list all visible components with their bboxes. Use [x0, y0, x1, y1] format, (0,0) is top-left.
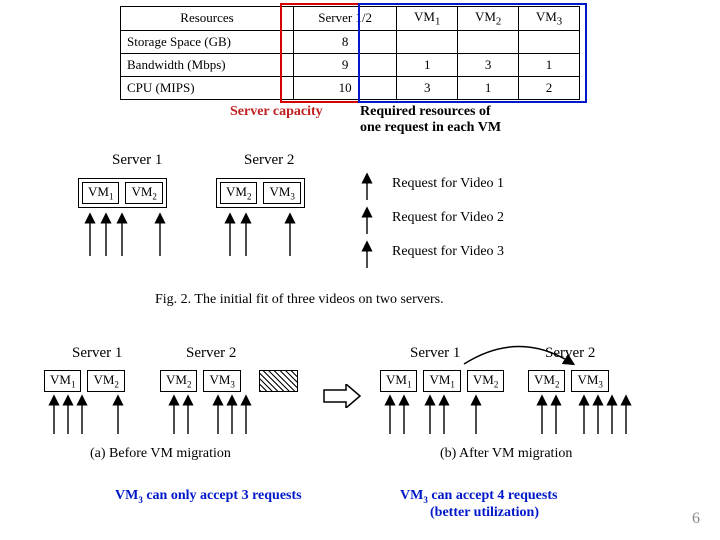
vm-box: VM2 [87, 370, 124, 392]
req-video1: Request for Video 1 [392, 176, 504, 192]
vm-box: VM1 [82, 182, 119, 204]
fig2-server2-title: Server 2 [244, 152, 294, 169]
note-a: VM3 can only accept 3 requests [115, 488, 302, 505]
row-storage-vm1 [397, 30, 458, 53]
row-storage-vm2 [458, 30, 519, 53]
migrate-arrow-icon [322, 384, 362, 408]
pb-arrows [376, 392, 646, 442]
row-cpu-vm1: 3 [397, 76, 458, 99]
panel-b-label: (b) After VM migration [440, 446, 572, 462]
vm-box: VM1 [380, 370, 417, 392]
pb-server1-vms: VM1 VM1 VM2 [380, 370, 504, 392]
vm-box: VM1 [423, 370, 460, 392]
note-b: VM3 can accept 4 requests (better utiliz… [400, 488, 557, 521]
row-storage-vm3 [519, 30, 580, 53]
pb-server2-vms: VM2 VM3 [528, 370, 609, 392]
row-bw-vm2: 3 [458, 53, 519, 76]
server-capacity-label: Server capacity [230, 104, 323, 120]
row-cpu-server: 10 [294, 76, 397, 99]
row-bw-vm1: 1 [397, 53, 458, 76]
vm-box: VM2 [467, 370, 504, 392]
pa-server2-vms: VM2 VM3 VM3 [160, 370, 298, 392]
row-cpu-vm3: 2 [519, 76, 580, 99]
vm-box: VM1 [44, 370, 81, 392]
th-vm1: VM1 [397, 7, 458, 31]
row-bw-label: Bandwidth (Mbps) [121, 53, 294, 76]
fig2-request-arrows [352, 170, 382, 280]
panel-a-label: (a) Before VM migration [90, 446, 231, 462]
vm-box: VM2 [125, 182, 162, 204]
pa-arrows [40, 392, 330, 442]
row-bw-server: 9 [294, 53, 397, 76]
pa-server1-vms: VM1 VM2 [44, 370, 125, 392]
vm-box-free: VM3 [259, 370, 298, 392]
vm-box: VM2 [528, 370, 565, 392]
vm-box: VM2 [160, 370, 197, 392]
row-cpu-vm2: 1 [458, 76, 519, 99]
curved-arrow-icon [458, 340, 578, 370]
req-video2: Request for Video 2 [392, 210, 504, 226]
fig2-server2-box: VM2 VM3 [216, 178, 305, 208]
fig2-under-arrows [70, 208, 330, 278]
vm-box: VM3 [203, 370, 240, 392]
page-number: 6 [692, 510, 700, 528]
vm-box: VM2 [220, 182, 257, 204]
resource-table: Resources Server 1/2 VM1 VM2 VM3 Storage… [120, 6, 580, 100]
required-resources-label: Required resources of one request in eac… [360, 104, 501, 136]
th-resources: Resources [121, 7, 294, 31]
th-vm2: VM2 [458, 7, 519, 31]
vm-box: VM3 [263, 182, 300, 204]
fig2-caption: Fig. 2. The initial fit of three videos … [155, 292, 444, 308]
pa-server2-title: Server 2 [186, 345, 236, 362]
vm-box: VM3 [571, 370, 608, 392]
fig2-server1-box: VM1 VM2 [78, 178, 167, 208]
pa-server1-title: Server 1 [72, 345, 122, 362]
th-vm3: VM3 [519, 7, 580, 31]
row-bw-vm3: 1 [519, 53, 580, 76]
row-storage-label: Storage Space (GB) [121, 30, 294, 53]
pb-server1-title: Server 1 [410, 345, 460, 362]
row-storage-server: 8 [294, 30, 397, 53]
th-server: Server 1/2 [294, 7, 397, 31]
row-cpu-label: CPU (MIPS) [121, 76, 294, 99]
req-video3: Request for Video 3 [392, 244, 504, 260]
fig2-server1-title: Server 1 [112, 152, 162, 169]
